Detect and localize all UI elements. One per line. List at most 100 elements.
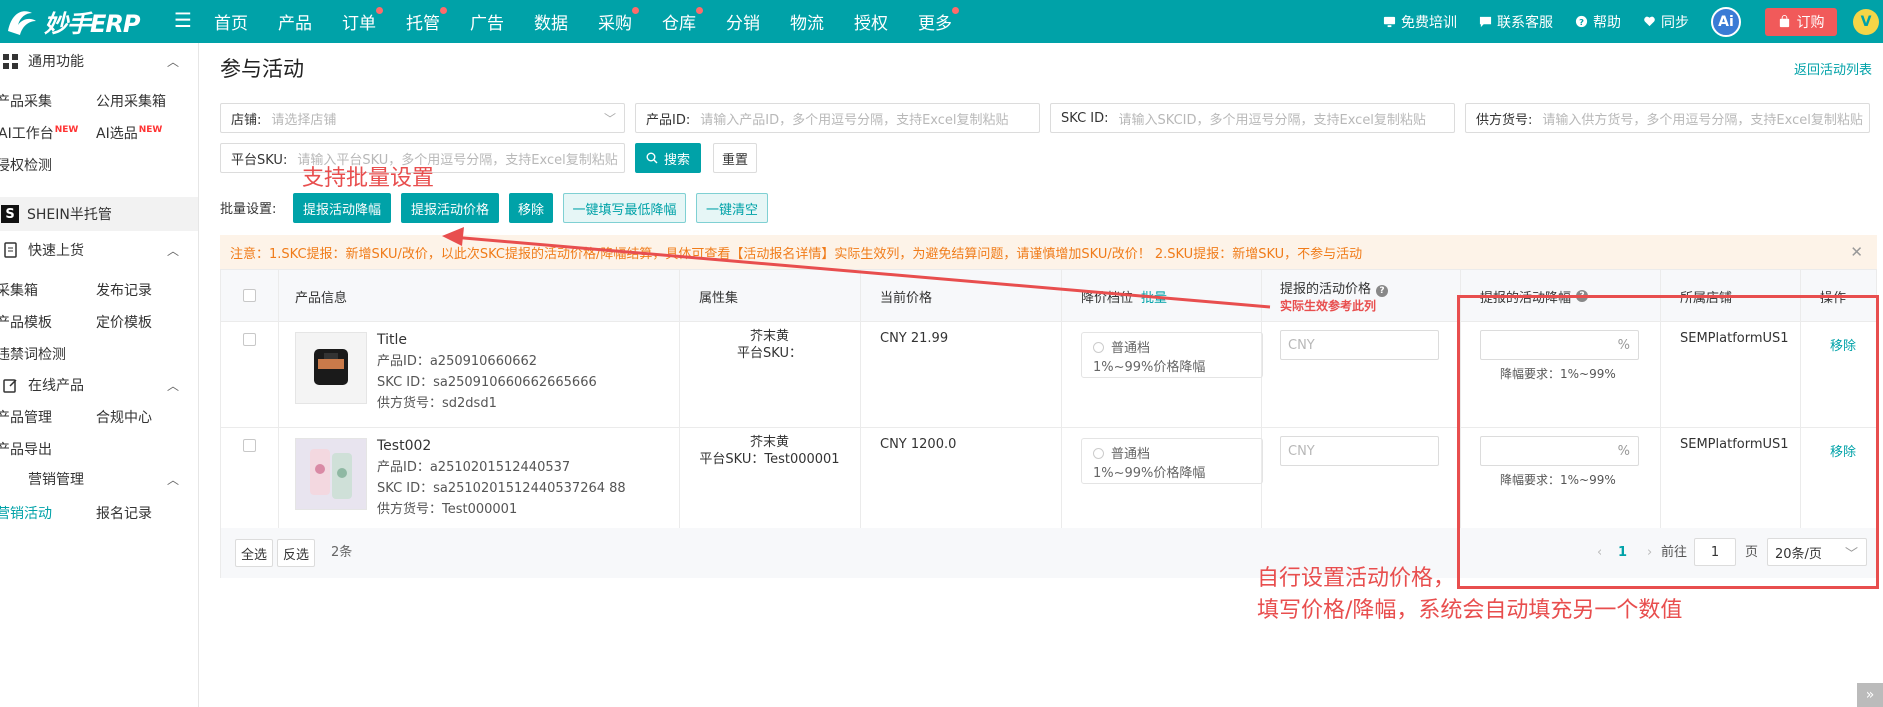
ai-assistant-button[interactable]: Ai (1711, 6, 1741, 37)
sidebar-item-product-manage[interactable]: 产品管理 (0, 407, 52, 427)
sidebar-item-signup-log[interactable]: 报名记录 (96, 503, 152, 523)
nav-ads[interactable]: 广告 (470, 9, 504, 34)
sync-link[interactable]: 同步 (1643, 12, 1689, 32)
app-logo[interactable]: 妙手ERP (2, 4, 140, 39)
activity-price-input[interactable]: CNY (1280, 330, 1439, 360)
button-label: 提报活动降幅 (302, 202, 381, 218)
sidebar-item-ai-workbench[interactable]: AI工作台NEW (0, 123, 78, 143)
nav-purchase[interactable]: 采购 (598, 7, 639, 34)
help-link[interactable]: ? 帮助 (1575, 12, 1621, 32)
sidebar-item-marketing-activity[interactable]: 营销活动 (0, 503, 52, 523)
radio-icon[interactable] (1093, 448, 1104, 459)
order-button[interactable]: 订购 (1765, 7, 1837, 36)
skc-id-label: SKC ID: (1061, 110, 1109, 126)
chevron-up-icon: ︿ (166, 472, 179, 487)
nav-label: 更多 (918, 14, 952, 34)
col-attributes: 属性集 (699, 290, 739, 306)
nav-hosting[interactable]: 托管 (406, 7, 447, 34)
tier-option[interactable]: 普通档 1%~99%价格降幅 (1081, 438, 1263, 484)
select-all-checkbox[interactable] (243, 289, 256, 302)
sidebar-item-price-template[interactable]: 定价模板 (96, 312, 152, 332)
activity-price-input[interactable]: CNY (1280, 436, 1439, 466)
sidebar-item-infringe-check[interactable]: 侵权检测 (0, 155, 52, 175)
tier-range: 1%~99%价格降幅 (1093, 466, 1206, 481)
question-icon: ? (1575, 15, 1588, 28)
chevron-up-icon: ︿ (166, 54, 179, 69)
sidebar-group-label: 在线产品 (28, 378, 84, 394)
nav-authorization[interactable]: 授权 (854, 9, 888, 34)
supplier-sku-label: 供方货号: (1476, 112, 1533, 128)
sidebar-item-publish-log[interactable]: 发布记录 (96, 280, 152, 300)
search-button[interactable]: 搜索 (635, 143, 701, 173)
sidebar-item-product-template[interactable]: 产品模板 (0, 312, 52, 332)
invert-selection-button[interactable]: 反选 (277, 539, 315, 567)
chevron-up-icon: ︿ (166, 243, 179, 258)
sidebar-group-quick[interactable]: 快速上货 ︿ (0, 232, 198, 268)
sidebar-item-banned-words[interactable]: 违禁词检测 (0, 344, 66, 364)
menu-toggle-icon[interactable]: ☰ (174, 8, 192, 32)
chat-icon (1479, 16, 1492, 28)
expand-icon[interactable]: » (1857, 683, 1883, 707)
sidebar-item-ai-select[interactable]: AI选品NEW (96, 123, 162, 143)
logo-text: 妙手ERP (44, 10, 140, 38)
select-all-button[interactable]: 全选 (235, 539, 273, 567)
skc-id-input[interactable]: SKC ID: 请输入SKCID，多个用逗号分隔，支持Excel复制粘贴 (1050, 103, 1455, 133)
sidebar-group-general[interactable]: 通用功能 ︿ (0, 43, 198, 79)
tier-range: 1%~99%价格降幅 (1093, 360, 1206, 375)
supplier-sku-placeholder: 请输入供方货号，多个用逗号分隔，支持Excel复制粘贴 (1542, 112, 1863, 128)
reset-button[interactable]: 重置 (713, 143, 757, 173)
store-select[interactable]: 店铺: 请选择店铺 ﹀ (220, 103, 625, 133)
help-icon[interactable]: ? (1376, 285, 1389, 297)
nav-label: 首页 (214, 14, 248, 34)
product-id-input[interactable]: 产品ID: 请输入产品ID，多个用逗号分隔，支持Excel复制粘贴 (635, 103, 1040, 133)
sidebar-item-label: 合规中心 (96, 410, 152, 426)
fill-min-discount-button[interactable]: 一键填写最低降幅 (563, 193, 686, 223)
sidebar-item-product-collect[interactable]: 产品采集 (0, 91, 52, 111)
sidebar-item-product-export[interactable]: 产品导出 (0, 439, 52, 459)
nav-products[interactable]: 产品 (278, 9, 312, 34)
back-to-activity-list-link[interactable]: 返回活动列表 (1794, 59, 1872, 78)
sidebar-item-label: 营销活动 (0, 506, 52, 522)
sidebar-item-compliance[interactable]: 合规中心 (96, 407, 152, 427)
nav-label: 数据 (534, 14, 568, 34)
nav-data[interactable]: 数据 (534, 9, 568, 34)
product-title[interactable]: Title (377, 330, 597, 351)
user-avatar[interactable]: V (1853, 8, 1879, 35)
sidebar-item-shein[interactable]: S SHEIN半托管 (0, 197, 198, 231)
attr-color: 芥末黄 (749, 435, 789, 450)
batch-set-discount-button[interactable]: 提报活动降幅 (293, 193, 391, 223)
product-title[interactable]: Test002 (377, 436, 626, 457)
sidebar-group-marketing[interactable]: 营销管理 ︿ (0, 461, 198, 497)
tier-batch-link[interactable]: 批量 (1141, 287, 1167, 306)
row-checkbox[interactable] (243, 333, 256, 346)
product-details: Test002 产品ID：a2510201512440537 SKC ID：sa… (377, 436, 626, 520)
row-checkbox[interactable] (243, 439, 256, 452)
nav-more[interactable]: 更多 (918, 7, 959, 34)
batch-remove-button[interactable]: 移除 (509, 193, 553, 223)
col-current-price: 当前价格 (880, 290, 933, 306)
sidebar-group-online[interactable]: 在线产品 ︿ (0, 367, 198, 403)
nav-orders[interactable]: 订单 (342, 7, 383, 34)
sidebar-item-public-box[interactable]: 公用采集箱 (96, 91, 166, 111)
close-icon[interactable]: ✕ (1850, 243, 1863, 261)
sidebar-item-collect-box[interactable]: 采集箱 (0, 280, 38, 300)
contact-support-link[interactable]: 联系客服 (1479, 12, 1553, 32)
nav-distribution[interactable]: 分销 (726, 9, 760, 34)
tier-option[interactable]: 普通档 1%~99%价格降幅 (1081, 332, 1263, 378)
batch-set-price-button[interactable]: 提报活动价格 (401, 193, 499, 223)
marketing-icon (1, 470, 19, 488)
nav-warehouse[interactable]: 仓库 (662, 7, 703, 34)
clear-all-button[interactable]: 一键清空 (696, 193, 768, 223)
supplier-sku-input[interactable]: 供方货号: 请输入供方货号，多个用逗号分隔，支持Excel复制粘贴 (1465, 103, 1870, 133)
annotation-line: 自行设置活动价格， (1257, 566, 1456, 591)
notice-text: 注意：1.SKC提报：新增SKU/改价，以此次SKC提报的活动价格/降幅结算，具… (230, 246, 1363, 262)
button-label: 一键清空 (705, 202, 758, 218)
attribute-cell: 芥末黄 平台SKU： (679, 328, 860, 362)
grid-icon (1, 52, 19, 70)
free-training-link[interactable]: 免费培训 (1383, 12, 1457, 32)
radio-icon[interactable] (1093, 342, 1104, 353)
nav-label: 托管 (406, 14, 440, 34)
sidebar-item-label: 产品采集 (0, 94, 52, 110)
nav-home[interactable]: 首页 (214, 9, 248, 34)
nav-logistics[interactable]: 物流 (790, 9, 824, 34)
